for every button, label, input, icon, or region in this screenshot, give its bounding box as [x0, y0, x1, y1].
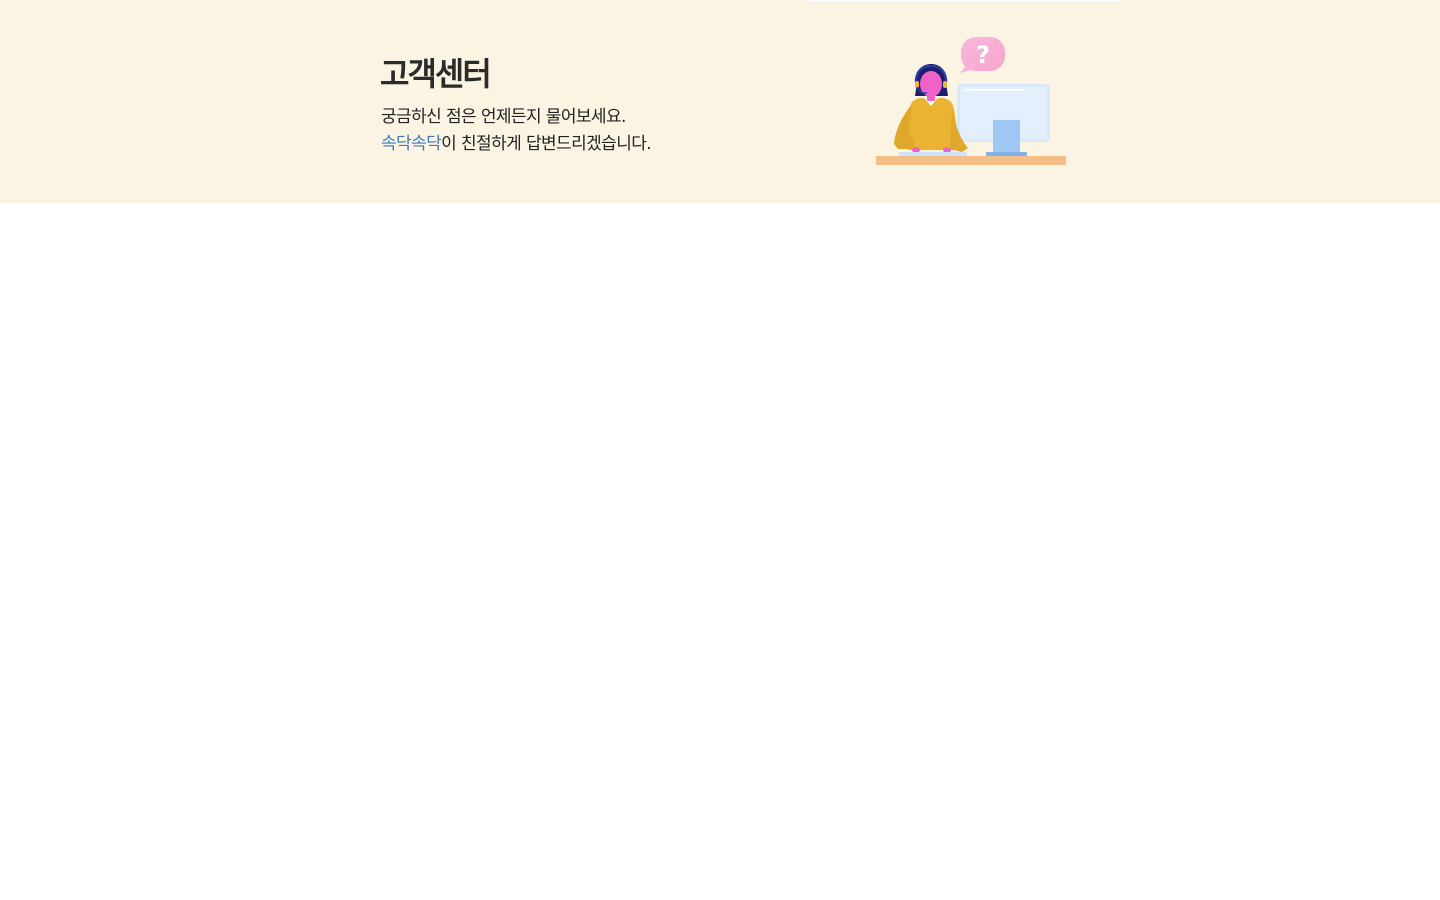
- service-name-highlight: 속닥속닥: [381, 134, 442, 154]
- bubble-question-mark: ?: [976, 41, 990, 69]
- hero-description: 궁금하신 점은 언제든지 물어보세요. 속닥속닥이 친절하게 답변드리겠습니다.: [381, 104, 652, 158]
- keyboard-icon: [899, 152, 967, 156]
- page-title: 고객센터: [380, 55, 492, 93]
- customer-support-agent-illustration: ?: [876, 37, 1066, 165]
- header-divider: [808, 0, 1123, 1]
- desk-icon: [876, 156, 1066, 165]
- description-line-1: 궁금하신 점은 언제든지 물어보세요.: [381, 107, 626, 127]
- description-line-2-text: 이 친절하게 답변드리겠습니다.: [441, 134, 652, 154]
- monitor-icon: [957, 84, 1050, 156]
- support-agent-figure: [894, 64, 968, 153]
- customer-center-hero: 고객센터 궁금하신 점은 언제든지 물어보세요. 속닥속닥이 친절하게 답변드리…: [0, 0, 1440, 203]
- question-bubble-icon: ?: [960, 37, 1005, 73]
- description-line-2: 속닥속닥이 친절하게 답변드리겠습니다.: [381, 131, 652, 158]
